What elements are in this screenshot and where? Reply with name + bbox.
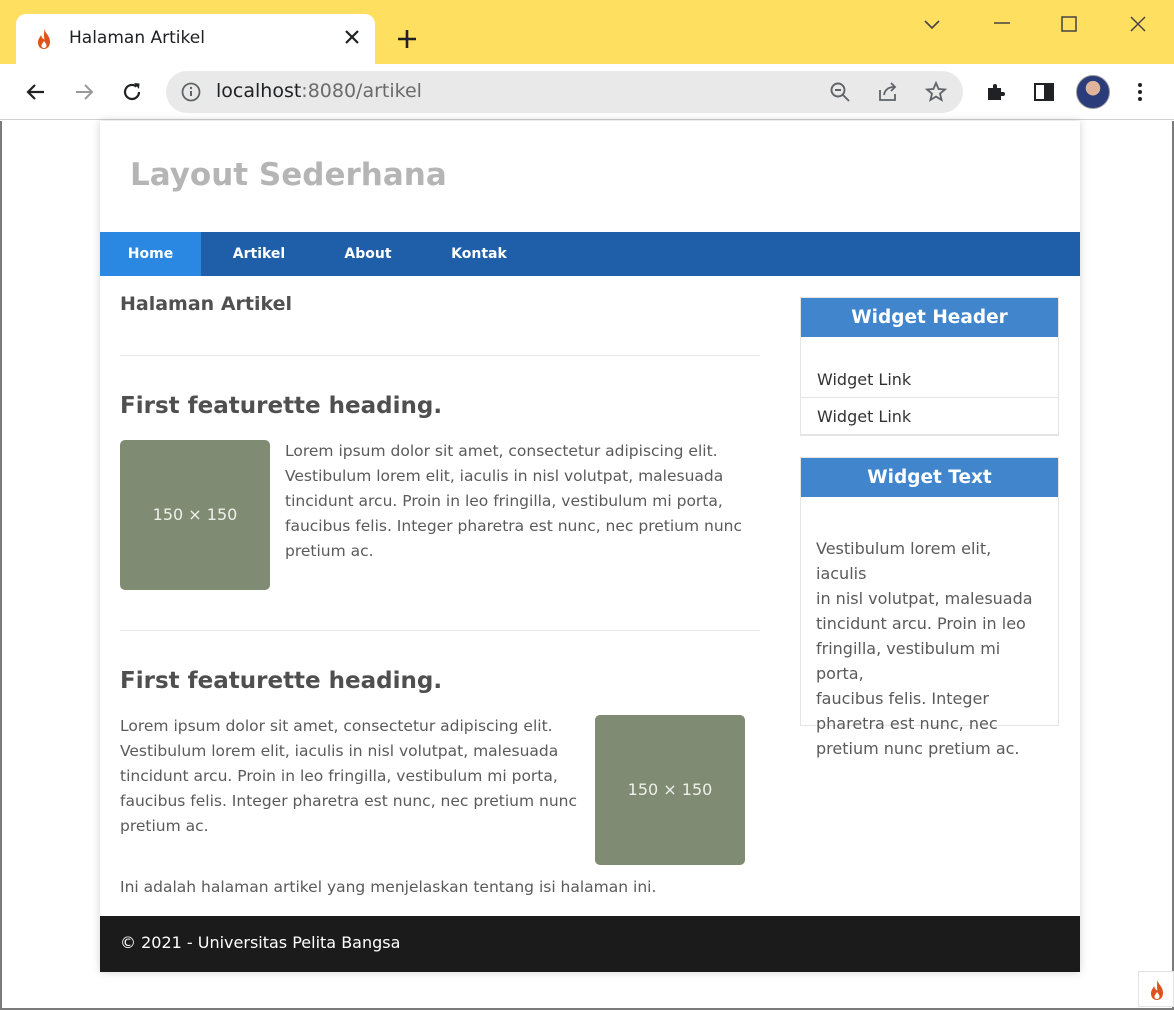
divider bbox=[120, 355, 760, 356]
more-menu-icon[interactable] bbox=[1128, 80, 1152, 104]
text-line: Lorem ipsum dolor sit amet, consectetur … bbox=[285, 442, 718, 460]
text-line: faucibus felis. Integer pharetra est nun… bbox=[285, 517, 743, 535]
zoom-out-icon[interactable] bbox=[828, 80, 852, 104]
reload-icon[interactable] bbox=[120, 80, 144, 104]
widget-title: Widget Header bbox=[801, 298, 1058, 337]
widget-text-body: Vestibulum lorem elit, iaculis in nisl v… bbox=[816, 536, 1041, 761]
text-line: tincidunt arcu. Proin in leo bbox=[816, 614, 1026, 633]
extensions-puzzle-icon[interactable] bbox=[984, 80, 1008, 104]
bookmark-star-icon[interactable] bbox=[924, 80, 948, 104]
profile-avatar[interactable] bbox=[1076, 75, 1110, 109]
text-line: tincidunt arcu. Proin in leo fringilla, … bbox=[120, 767, 558, 785]
page-heading: Halaman Artikel bbox=[120, 293, 293, 315]
text-line: pretium ac. bbox=[285, 542, 374, 560]
flame-icon bbox=[1151, 980, 1163, 1000]
tab-title: Halaman Artikel bbox=[69, 28, 205, 48]
page-text: Ini adalah halaman artikel yang menjelas… bbox=[120, 878, 657, 896]
featurette-heading: First featurette heading. bbox=[120, 668, 443, 694]
site-info-icon[interactable] bbox=[180, 81, 202, 103]
main-nav: Home Artikel About Kontak bbox=[100, 232, 1080, 276]
text-line: faucibus felis. Integer bbox=[816, 689, 989, 708]
text-line: pharetra est nunc, nec bbox=[816, 714, 998, 733]
placeholder-image: 150 × 150 bbox=[120, 440, 270, 590]
text-line: Vestibulum lorem elit, iaculis bbox=[816, 539, 992, 583]
text-line: Lorem ipsum dolor sit amet, consectetur … bbox=[120, 717, 553, 735]
site-title: Layout Sederhana bbox=[130, 157, 447, 193]
close-tab-icon[interactable] bbox=[343, 28, 361, 46]
debug-toolbar-toggle[interactable] bbox=[1138, 971, 1174, 1007]
browser-tab[interactable]: Halaman Artikel bbox=[16, 14, 375, 66]
close-window-icon[interactable] bbox=[1126, 12, 1150, 36]
divider bbox=[120, 630, 760, 631]
share-icon[interactable] bbox=[876, 80, 900, 104]
url-host: localhost bbox=[216, 80, 302, 102]
footer-copyright: © 2021 - Universitas Pelita Bangsa bbox=[120, 933, 401, 952]
site-header: Layout Sederhana bbox=[100, 121, 1080, 232]
text-line: pretium nunc pretium ac. bbox=[816, 739, 1020, 758]
browser-titlebar: Halaman Artikel bbox=[0, 0, 1174, 66]
widget-text-box: Widget Text Vestibulum lorem elit, iacul… bbox=[800, 457, 1059, 758]
placeholder-image: 150 × 150 bbox=[595, 715, 745, 865]
text-line: in nisl volutpat, malesuada bbox=[816, 589, 1033, 608]
nav-about[interactable]: About bbox=[317, 232, 419, 276]
widget-title: Widget Text bbox=[801, 458, 1058, 497]
text-line: Vestibulum lorem elit, iaculis in nisl v… bbox=[120, 742, 559, 760]
text-line: fringilla, vestibulum mi porta, bbox=[816, 639, 1001, 683]
url-path: :8080/artikel bbox=[301, 80, 422, 102]
tab-search-chevron-icon[interactable] bbox=[920, 12, 944, 36]
back-arrow-icon[interactable] bbox=[24, 80, 48, 104]
text-line: tincidunt arcu. Proin in leo fringilla, … bbox=[285, 492, 723, 510]
widget-link[interactable]: Widget Link bbox=[801, 361, 1058, 398]
nav-kontak[interactable]: Kontak bbox=[419, 232, 539, 276]
nav-artikel[interactable]: Artikel bbox=[201, 232, 317, 276]
widget-link[interactable]: Widget Link bbox=[801, 398, 1058, 435]
site-container: Layout Sederhana Home Artikel About Kont… bbox=[100, 121, 1080, 972]
forward-arrow-icon[interactable] bbox=[72, 80, 96, 104]
site-footer: © 2021 - Universitas Pelita Bangsa bbox=[100, 916, 1080, 972]
address-bar[interactable]: localhost:8080/artikel bbox=[166, 71, 963, 113]
url-text[interactable]: localhost:8080/artikel bbox=[216, 80, 422, 102]
minimize-icon[interactable] bbox=[990, 12, 1014, 36]
featurette-text: Lorem ipsum dolor sit amet, consectetur … bbox=[285, 439, 755, 564]
maximize-icon[interactable] bbox=[1057, 12, 1081, 36]
page-viewport: Layout Sederhana Home Artikel About Kont… bbox=[0, 121, 1174, 1010]
widget-header-box: Widget Header Widget Link Widget Link bbox=[800, 297, 1059, 436]
featurette-text: Lorem ipsum dolor sit amet, consectetur … bbox=[120, 714, 580, 839]
nav-home[interactable]: Home bbox=[100, 232, 201, 276]
new-tab-plus-icon[interactable] bbox=[396, 28, 418, 50]
text-line: Vestibulum lorem elit, iaculis in nisl v… bbox=[285, 467, 724, 485]
browser-toolbar: localhost:8080/artikel bbox=[0, 64, 1174, 120]
flame-favicon-icon bbox=[38, 29, 50, 49]
side-panel-icon[interactable] bbox=[1032, 80, 1056, 104]
featurette-heading: First featurette heading. bbox=[120, 393, 443, 419]
text-line: faucibus felis. Integer pharetra est nun… bbox=[120, 792, 578, 810]
text-line: pretium ac. bbox=[120, 817, 209, 835]
